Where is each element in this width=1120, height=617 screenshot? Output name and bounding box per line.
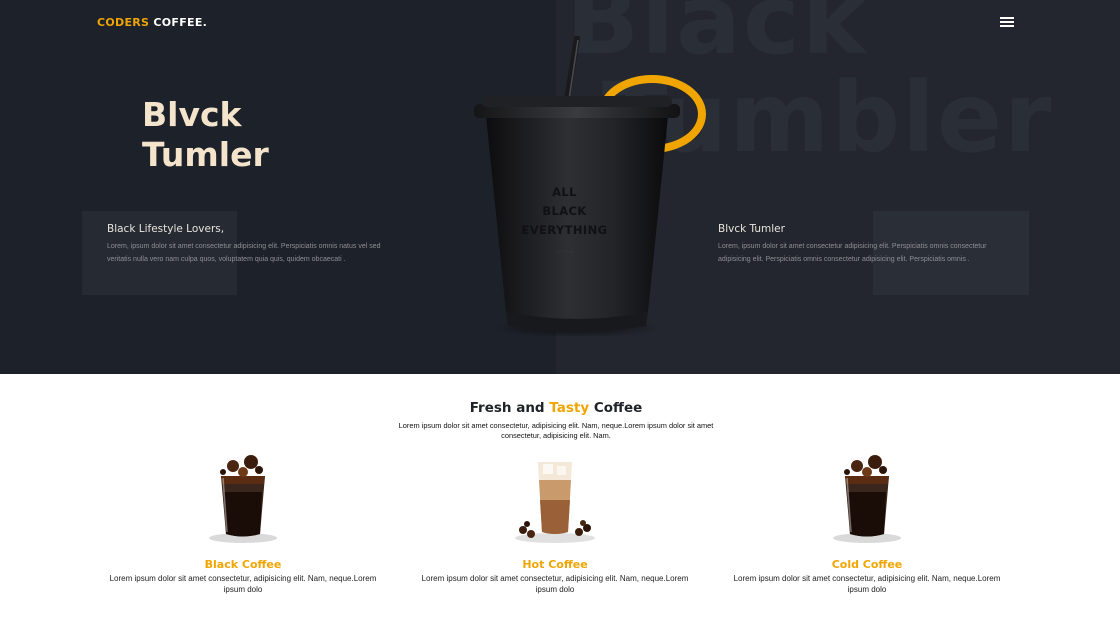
cup-text-line2: BLACK [542, 204, 587, 218]
black-coffee-image [209, 455, 277, 543]
section-title: Fresh and Tasty Coffee [0, 400, 1112, 416]
brand-logo-part1: CODERS [97, 16, 150, 29]
product-description: Lorem ipsum dolor sit amet consectetur, … [733, 574, 1001, 594]
hero-section: Black Tumbler CODERS COFFEE. Blvck Tumle… [0, 0, 1120, 374]
hamburger-menu-icon[interactable] [1000, 17, 1014, 28]
left-info-title: Black Lifestyle Lovers, [107, 223, 225, 235]
product-card-black-coffee[interactable]: Black Coffee Lorem ipsum dolor sit amet … [103, 452, 383, 595]
section-title-accent: Tasty [549, 400, 590, 416]
cup-text-line3: EVERYTHING [521, 223, 608, 237]
product-name[interactable]: Black Coffee [103, 558, 383, 571]
section-title-post: Coffee [589, 400, 643, 416]
product-name[interactable]: Cold Coffee [727, 558, 1007, 571]
cup-est-label: EST 2016 [556, 249, 574, 254]
hot-coffee-image [515, 462, 595, 543]
product-card-hot-coffee[interactable]: Hot Coffee Lorem ipsum dolor sit amet co… [415, 452, 695, 595]
hero-title-line1: Blvck [142, 95, 242, 134]
brand-logo[interactable]: CODERS COFFEE. [97, 16, 207, 29]
product-description: Lorem ipsum dolor sit amet consectetur, … [109, 574, 377, 594]
product-card-cold-coffee[interactable]: Cold Coffee Lorem ipsum dolor sit amet c… [727, 452, 1007, 595]
hero-title-line2: Tumler [142, 135, 269, 174]
cold-coffee-image [833, 455, 901, 543]
product-name[interactable]: Hot Coffee [415, 558, 695, 571]
right-info-title: Blvck Tumler [718, 223, 785, 235]
left-info-text: Lorem, ipsum dolor sit amet consectetur … [107, 243, 381, 263]
right-info-block: Blvck Tumler Lorem, ipsum dolor sit amet… [718, 223, 1010, 266]
brand-logo-part2: COFFEE. [153, 16, 208, 29]
section-subtitle: Lorem ipsum dolor sit amet consectetur, … [398, 421, 714, 440]
cup-print-text: ALL BLACK EVERYTHING [507, 183, 622, 240]
section-title-pre: Fresh and [469, 400, 550, 416]
product-description: Lorem ipsum dolor sit amet consectetur, … [421, 574, 689, 594]
left-info-block: Black Lifestyle Lovers, Lorem, ipsum dol… [107, 223, 399, 266]
hero-title: Blvck Tumler [142, 95, 269, 175]
right-info-text: Lorem, ipsum dolor sit amet consectetur … [718, 243, 987, 263]
cup-text-line1: ALL [552, 185, 577, 199]
